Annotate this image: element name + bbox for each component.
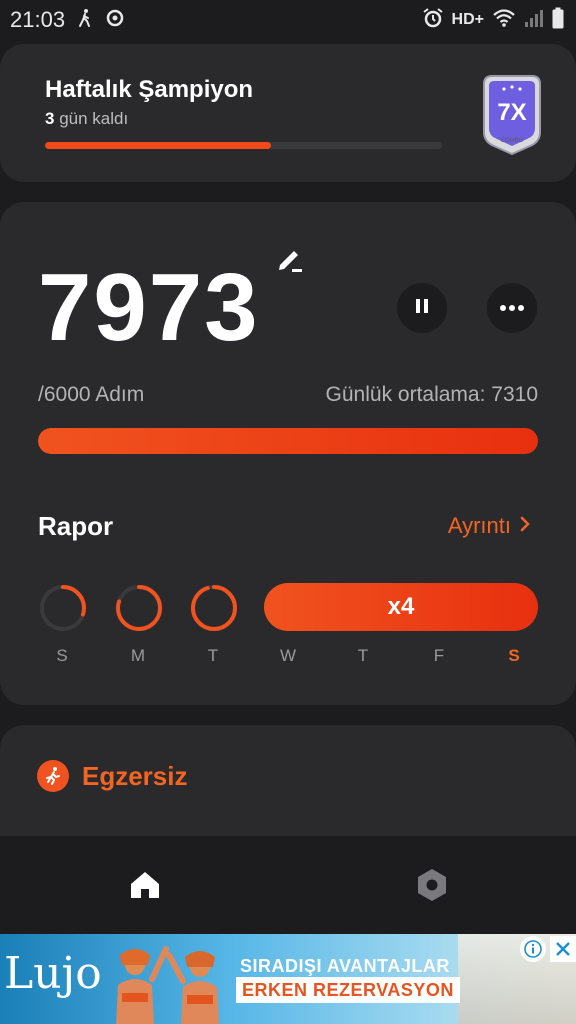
combo-badge[interactable]: 7X COMBO — [480, 70, 544, 158]
ad-close-icon[interactable] — [550, 936, 576, 962]
report-detail-link[interactable]: Ayrıntı — [448, 513, 531, 539]
steps-progress-fill — [38, 428, 538, 454]
weekly-progress-fill — [45, 142, 272, 149]
combo-streak-label: x4 — [387, 593, 415, 620]
status-time: 21:03 — [10, 7, 66, 32]
day-label: T — [207, 646, 219, 665]
sync-icon — [105, 8, 125, 33]
network-label: HD+ — [451, 11, 484, 28]
ad-brand-logo: Lujo — [4, 948, 102, 999]
day-progress-ring — [116, 585, 162, 631]
alarm-icon — [422, 7, 444, 34]
pause-button[interactable] — [397, 283, 447, 333]
day-ring-fill — [191, 585, 237, 631]
wifi-icon — [492, 8, 516, 33]
status-bar: 21:03 HD+ — [0, 0, 576, 40]
settings-icon[interactable] — [413, 866, 451, 904]
day-label: S — [56, 646, 68, 665]
exercise-title: Egzersiz — [82, 761, 188, 791]
walk-icon — [77, 8, 93, 33]
edit-icon[interactable] — [274, 243, 306, 275]
more-dots-icon — [499, 299, 525, 317]
chevron-right-icon — [519, 513, 531, 539]
battery-icon — [552, 7, 564, 34]
day-progress-ring — [40, 585, 86, 631]
days-left-suffix: gün kaldı — [54, 109, 129, 128]
day-label: M — [130, 646, 146, 665]
day-label: F — [433, 646, 445, 665]
home-icon[interactable] — [126, 866, 164, 904]
daily-average: Günlük ortalama: 7310 — [325, 383, 538, 406]
badge-caption: COMBO — [501, 138, 524, 144]
report-title: Rapor — [38, 511, 114, 541]
steps-value: 7973 — [38, 254, 260, 361]
steps-progress-bar — [38, 428, 538, 454]
ad-subheadline: ERKEN REZERVASYON — [236, 977, 460, 1003]
weekly-champion-title: Haftalık Şampiyon — [45, 76, 254, 103]
ad-info-icon[interactable] — [520, 936, 546, 962]
days-left-text: 3 gün kaldı — [45, 109, 128, 129]
combo-streak-pill: x4 — [264, 583, 538, 631]
more-options-button[interactable] — [487, 283, 537, 333]
day-label: S — [508, 646, 520, 665]
ad-headline: SIRADIŞI AVANTAJLAR — [240, 956, 450, 976]
signal-icon — [524, 8, 544, 33]
pause-icon — [413, 297, 431, 320]
bottom-navigation — [0, 836, 576, 934]
ad-image-person — [100, 945, 170, 1024]
day-progress-ring — [191, 585, 237, 631]
running-icon — [37, 760, 69, 792]
steps-goal: /6000 Adım — [38, 383, 145, 406]
ad-image-person — [165, 945, 235, 1024]
report-detail-label: Ayrıntı — [447, 513, 511, 538]
badge-text: 7X — [497, 99, 526, 126]
weekly-progress-bar — [45, 142, 442, 149]
day-label: W — [279, 646, 297, 665]
day-label: T — [357, 646, 369, 665]
